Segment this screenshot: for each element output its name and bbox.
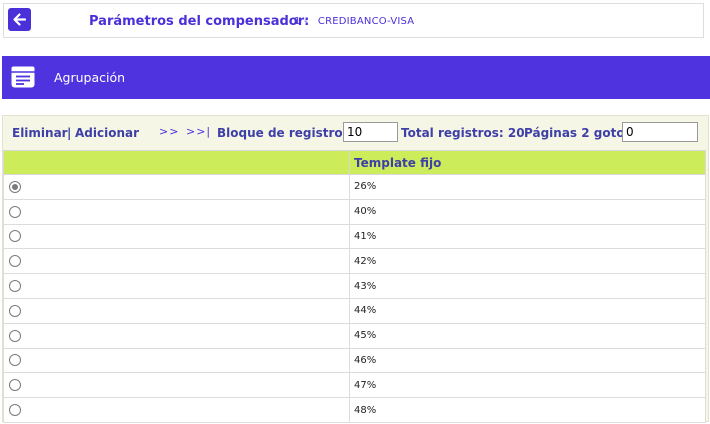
row-select-radio[interactable] — [9, 304, 21, 317]
arrow-left-icon — [13, 13, 27, 26]
row-select-radio[interactable] — [9, 280, 21, 293]
template-fijo-cell: 43% — [349, 273, 706, 299]
row-select-radio[interactable] — [9, 230, 21, 243]
template-fijo-cell: 41% — [349, 223, 706, 250]
row-select-cell — [3, 322, 350, 349]
template-fijo-cell: 44% — [349, 297, 706, 324]
compensator-value: 1 - CREDIBANCO-VISA — [294, 16, 415, 27]
block-size-label: Bloque de registros: — [217, 126, 355, 140]
row-select-radio[interactable] — [9, 354, 21, 367]
row-select-cell — [3, 372, 350, 399]
table-row[interactable]: 40% — [3, 198, 706, 225]
template-fijo-cell: 40% — [349, 198, 706, 225]
row-select-cell — [3, 397, 350, 423]
add-link[interactable]: Adicionar — [75, 126, 139, 140]
next-page-link[interactable]: >> — [159, 125, 179, 138]
row-select-cell — [3, 198, 350, 225]
grouping-panel: Eliminar | Adicionar >> >>| Bloque de re… — [2, 115, 709, 423]
section-header: Agrupación — [2, 56, 710, 99]
template-fijo-cell: 45% — [349, 322, 706, 349]
table-row[interactable]: 47% — [3, 372, 706, 399]
table-row[interactable]: 48% — [3, 397, 706, 423]
table-row[interactable]: 41% — [3, 223, 706, 250]
template-fijo-cell: 42% — [349, 248, 706, 275]
table-row[interactable]: 45% — [3, 322, 706, 349]
template-fijo-cell: 48% — [349, 397, 706, 423]
row-select-radio[interactable] — [9, 205, 21, 218]
table-header-row: Template fijo — [3, 150, 706, 175]
template-fijo-cell: 46% — [349, 347, 706, 374]
table-row[interactable]: 46% — [3, 347, 706, 374]
row-select-radio[interactable] — [9, 379, 21, 392]
table-row[interactable]: 43% — [3, 273, 706, 299]
pages-goto-label: Páginas 2 goto: — [524, 126, 630, 140]
row-select-cell — [3, 174, 350, 200]
records-table: Template fijo 26% 40% 41% 42% 43% 44% 45% 46% 47… — [3, 150, 706, 423]
row-select-cell — [3, 297, 350, 324]
template-fijo-cell: 26% — [349, 174, 706, 200]
table-body: 26% 40% 41% 42% 43% 44% 45% 46% 47% 48% — [3, 174, 706, 423]
total-records-label: Total registros: 20 — [401, 126, 525, 140]
template-fijo-header[interactable]: Template fijo — [349, 150, 706, 175]
compensator-params-card: Parámetros del compensador: 1 - CREDIBAN… — [3, 3, 704, 38]
row-select-radio[interactable] — [9, 180, 21, 193]
table-row[interactable]: 42% — [3, 248, 706, 275]
goto-page-input[interactable] — [622, 122, 698, 142]
template-fijo-cell: 47% — [349, 372, 706, 399]
section-title: Agrupación — [54, 70, 126, 85]
form-window-icon — [11, 66, 35, 88]
compensator-params-label: Parámetros del compensador: — [89, 14, 310, 29]
table-row[interactable]: 26% — [3, 174, 706, 200]
table-row[interactable]: 44% — [3, 297, 706, 324]
last-page-link[interactable]: >>| — [186, 125, 211, 138]
block-size-input[interactable] — [343, 122, 398, 142]
row-select-radio[interactable] — [9, 329, 21, 342]
row-select-cell — [3, 248, 350, 275]
select-column-header — [3, 150, 350, 175]
row-select-radio[interactable] — [9, 404, 21, 417]
grid-toolbar: Eliminar | Adicionar >> >>| Bloque de re… — [3, 116, 708, 150]
row-select-cell — [3, 223, 350, 250]
row-select-cell — [3, 347, 350, 374]
back-button[interactable] — [8, 8, 31, 31]
row-select-radio[interactable] — [9, 255, 21, 268]
toolbar-separator: | — [67, 126, 72, 140]
row-select-cell — [3, 273, 350, 299]
delete-link[interactable]: Eliminar — [12, 126, 68, 140]
